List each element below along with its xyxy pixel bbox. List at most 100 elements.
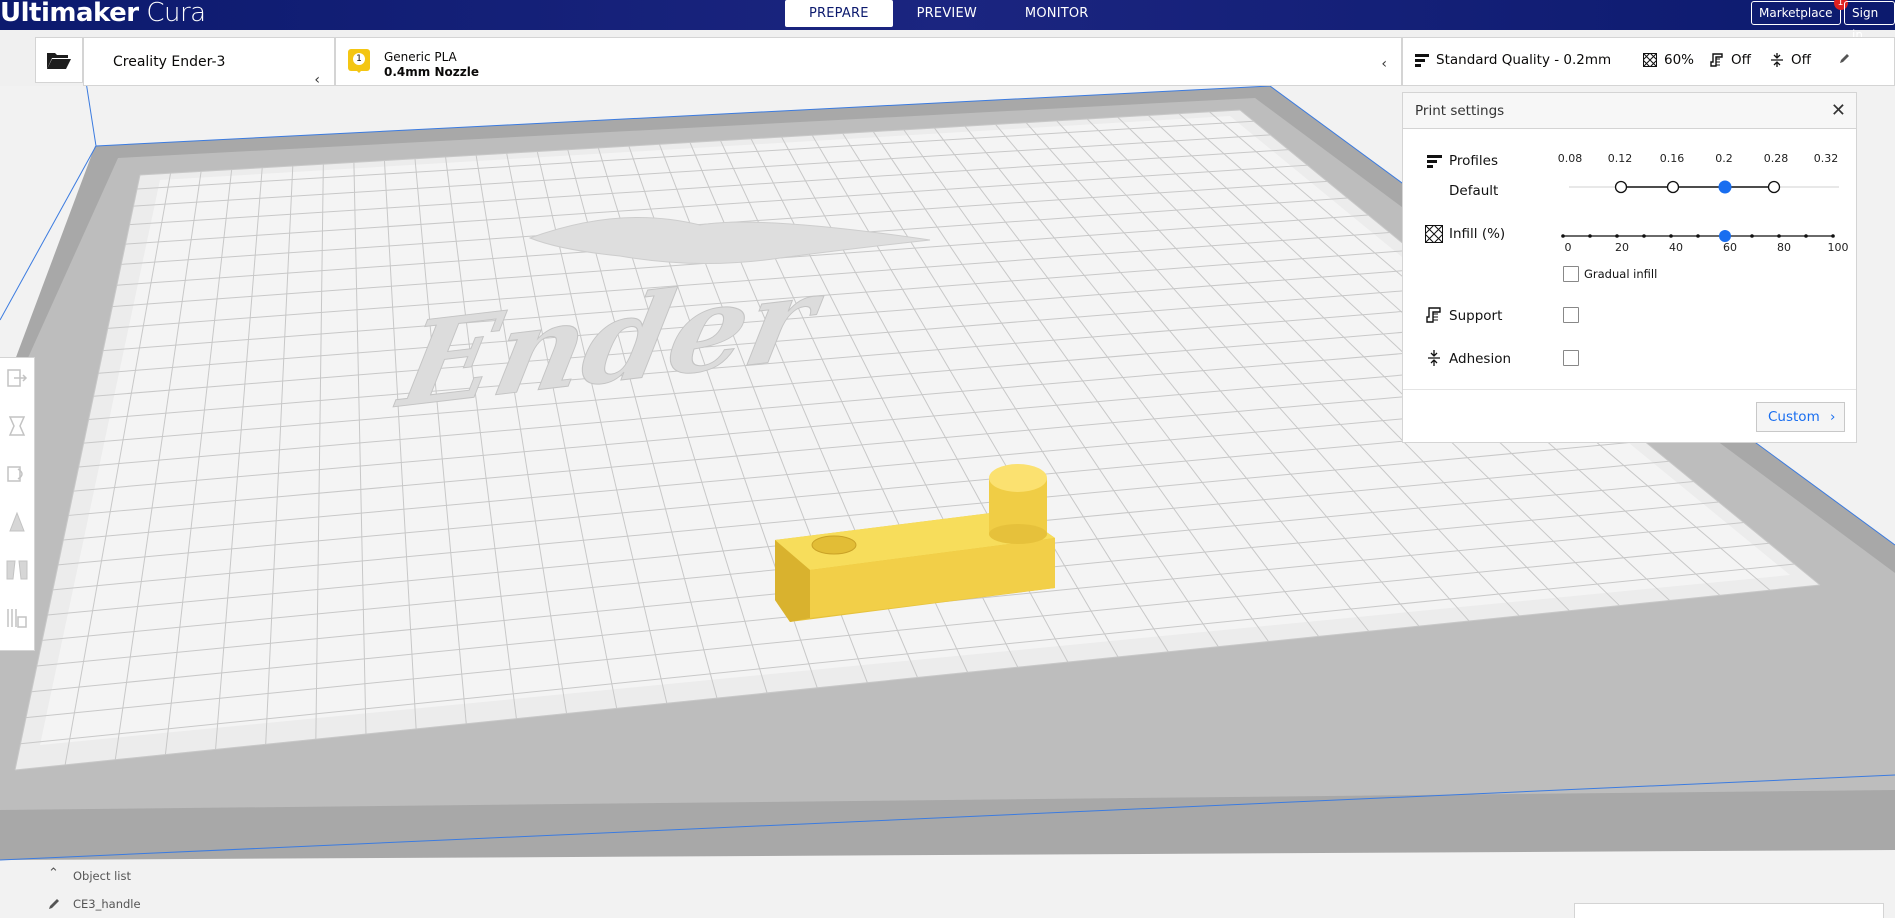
extruder-icon: 1 — [348, 49, 370, 73]
layer-height-label: 0.2 — [1715, 152, 1733, 165]
infill-tick — [1588, 234, 1592, 238]
infill-tick-label: 40 — [1669, 241, 1683, 254]
chevron-left-icon: ‹ — [1381, 56, 1387, 72]
material-name: Generic PLA — [384, 50, 457, 64]
slider-handle — [1767, 180, 1781, 194]
infill-tick — [1669, 234, 1673, 238]
slider-handle-selected — [1718, 180, 1732, 194]
move-tool-button[interactable] — [0, 358, 34, 398]
infill-tick-label: 60 — [1723, 241, 1737, 254]
edit-settings-button[interactable] — [1839, 52, 1851, 64]
open-file-button[interactable] — [35, 37, 83, 83]
marketplace-button[interactable]: Marketplace 1 — [1751, 0, 1848, 25]
gradual-infill-label: Gradual infill — [1584, 267, 1658, 281]
layer-height-label: 0.12 — [1607, 152, 1633, 165]
panel-header: Print settings ✕ — [1403, 93, 1856, 129]
infill-icon — [1643, 53, 1657, 67]
layer-height-slider[interactable] — [1563, 179, 1843, 195]
infill-tick — [1831, 234, 1835, 238]
infill-tick — [1696, 234, 1700, 238]
infill-summary-value: 60% — [1664, 52, 1695, 68]
extruder-number: 1 — [353, 53, 365, 65]
adhesion-checkbox[interactable] — [1563, 350, 1579, 366]
infill-tick — [1777, 234, 1781, 238]
support-summary: Off — [1710, 52, 1751, 68]
object-list-label: Object list — [73, 869, 131, 883]
layer-height-label: 0.28 — [1763, 152, 1789, 165]
chevron-right-icon: › — [1830, 409, 1836, 425]
bed-edge-left — [86, 86, 97, 147]
profiles-label: Profiles — [1449, 153, 1499, 169]
custom-settings-button[interactable]: Custom › — [1756, 402, 1845, 432]
infill-tick — [1750, 234, 1754, 238]
logo-light: Cura — [146, 0, 206, 28]
infill-tick-label: 100 — [1827, 241, 1849, 254]
infill-label: Infill (%) — [1449, 226, 1506, 242]
move-icon — [7, 369, 28, 387]
printer-selector[interactable]: Creality Ender-3 ‹ — [83, 37, 335, 88]
infill-summary: 60% — [1643, 52, 1694, 68]
adhesion-summary: Off — [1770, 52, 1811, 68]
support-icon — [1426, 307, 1441, 323]
chevron-up-icon: ⌃ — [48, 866, 59, 881]
infill-tick — [1804, 234, 1808, 238]
support-blocker-icon — [7, 609, 27, 628]
gradual-infill-checkbox[interactable] — [1563, 266, 1579, 282]
app-logo: Ultimaker Cura — [0, 0, 206, 28]
adhesion-label: Adhesion — [1449, 351, 1512, 367]
chevron-left-icon: ‹ — [314, 72, 320, 88]
nozzle-name: 0.4mm Nozzle — [384, 65, 479, 79]
print-settings-summary[interactable]: Standard Quality - 0.2mm 60% Off Off — [1402, 37, 1895, 86]
quality-label: Standard Quality - 0.2mm — [1436, 52, 1612, 68]
folder-open-icon — [47, 53, 71, 69]
rotate-icon — [7, 466, 23, 482]
pencil-icon — [1840, 54, 1849, 63]
support-icon — [1710, 53, 1723, 67]
slider-handle — [1666, 180, 1680, 194]
stage-tabs: PREPARE PREVIEW MONITOR — [785, 0, 1113, 30]
support-blocker-button[interactable] — [0, 598, 34, 638]
adhesion-icon — [1428, 350, 1440, 366]
mirror-tool-button[interactable] — [0, 502, 34, 542]
logo-bold: Ultimaker — [0, 0, 139, 28]
material-selector[interactable]: 1 Generic PLA 0.4mm Nozzle ‹ — [335, 37, 1402, 86]
rotate-tool-button[interactable] — [0, 454, 34, 494]
custom-button-label: Custom — [1768, 409, 1820, 425]
infill-tick — [1642, 234, 1646, 238]
printer-name: Creality Ender-3 — [113, 54, 226, 70]
scale-tool-button[interactable] — [0, 406, 34, 446]
profile-name: Default — [1449, 183, 1499, 199]
per-model-settings-button[interactable] — [0, 550, 34, 590]
action-panel-edge — [1574, 903, 1884, 918]
layers-icon — [1427, 155, 1442, 168]
adhesion-summary-value: Off — [1791, 52, 1811, 68]
print-settings-panel: Print settings ✕ Profiles Default 0.08 0… — [1402, 92, 1857, 443]
object-name: CE3_handle — [73, 897, 141, 911]
slider-handle — [1614, 180, 1628, 194]
panel-title: Print settings — [1415, 103, 1505, 119]
mirror-icon — [9, 511, 25, 532]
quality-item: Standard Quality - 0.2mm — [1415, 52, 1611, 68]
scale-icon — [8, 416, 26, 436]
sign-in-button[interactable]: Sign in — [1844, 1, 1895, 42]
pencil-icon — [49, 899, 59, 909]
tab-monitor[interactable]: MONITOR — [1001, 0, 1113, 27]
per-model-settings-icon — [6, 560, 28, 580]
tab-prepare[interactable]: PREPARE — [785, 0, 893, 27]
infill-tick-label: 20 — [1615, 241, 1629, 254]
infill-tick — [1561, 234, 1565, 238]
tool-strip — [0, 357, 35, 651]
infill-tick-label: 0 — [1564, 241, 1572, 254]
marketplace-label: Marketplace — [1759, 6, 1833, 20]
support-label: Support — [1449, 308, 1503, 324]
infill-icon — [1425, 225, 1443, 243]
support-checkbox[interactable] — [1563, 307, 1579, 323]
layer-height-label: 0.16 — [1659, 152, 1685, 165]
close-icon[interactable]: ✕ — [1831, 93, 1846, 129]
layers-icon — [1415, 53, 1429, 67]
app-header: Ultimaker Cura PREPARE PREVIEW MONITOR M… — [0, 0, 1895, 42]
infill-tick — [1615, 234, 1619, 238]
panel-divider — [1403, 389, 1856, 390]
layer-height-label: 0.32 — [1813, 152, 1839, 165]
tab-preview[interactable]: PREVIEW — [893, 0, 1001, 27]
